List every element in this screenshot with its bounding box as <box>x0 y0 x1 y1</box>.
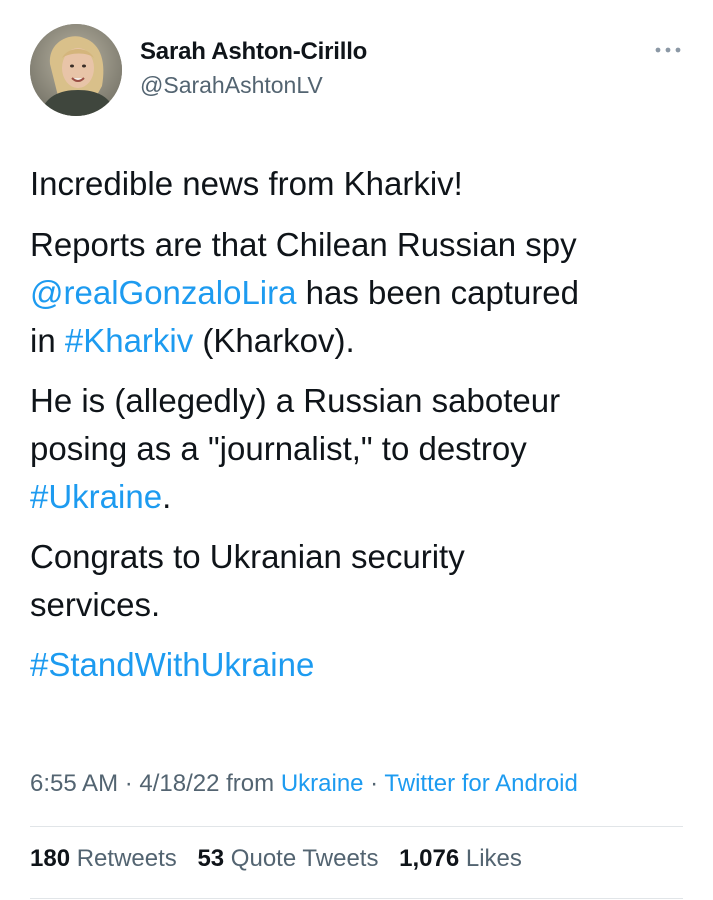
from-label: from <box>219 770 281 797</box>
meta-separator: · <box>118 770 140 797</box>
tweet-card: Sarah Ashton-Cirillo @SarahAshtonLV Incr… <box>0 0 713 900</box>
tweet-paragraph: Congrats to Ukranian security services. <box>30 533 690 629</box>
retweets-stat[interactable]: 180 Retweets <box>30 845 177 872</box>
tweet-date[interactable]: 4/18/22 <box>139 770 219 797</box>
divider <box>30 898 683 899</box>
tweet-text-fragment: has been captured <box>296 274 580 311</box>
quote-tweets-count: 53 <box>197 845 225 872</box>
location-link[interactable]: Ukraine <box>281 770 364 797</box>
tweet-text-fragment: . <box>162 478 172 515</box>
tweet-text-line: Incredible news from Kharkiv! <box>30 165 463 202</box>
retweets-count: 180 <box>30 845 71 872</box>
likes-label: Likes <box>459 845 522 872</box>
tweet-text-line: services. <box>30 586 161 623</box>
hashtag-link[interactable]: #Kharkiv <box>65 322 193 359</box>
tweet-paragraph: #StandWithUkraine <box>30 641 690 689</box>
client-link[interactable]: Twitter for Android <box>384 770 577 797</box>
tweet-text-line: He is (allegedly) a Russian saboteur <box>30 382 561 419</box>
author-handle[interactable]: @SarahAshtonLV <box>140 72 367 99</box>
divider <box>30 826 683 827</box>
tweet-text-line: posing as a "journalist," to destroy <box>30 430 527 467</box>
tweet-paragraph: Reports are that Chilean Russian spy @rea… <box>30 221 690 365</box>
quote-tweets-label: Quote Tweets <box>224 845 379 872</box>
quote-tweets-stat[interactable]: 53 Quote Tweets <box>197 845 378 872</box>
tweet-time[interactable]: 6:55 AM <box>30 770 118 797</box>
more-options-button[interactable] <box>653 40 683 60</box>
tweet-paragraph: Incredible news from Kharkiv! <box>30 160 690 208</box>
meta-separator: · <box>363 770 385 797</box>
likes-count: 1,076 <box>399 845 460 872</box>
tweet-text: Incredible news from Kharkiv! Reports ar… <box>30 160 690 689</box>
profile-photo-icon <box>30 24 122 116</box>
tweet-stats: 180 Retweets 53 Quote Tweets 1,076 Likes <box>30 845 536 873</box>
hashtag-link[interactable]: #StandWithUkraine <box>30 646 314 683</box>
author-display-name[interactable]: Sarah Ashton-Cirillo <box>140 38 367 66</box>
tweet-text-fragment: in <box>30 322 65 359</box>
likes-stat[interactable]: 1,076 Likes <box>399 845 522 872</box>
tweet-text-fragment: (Kharkov). <box>193 322 355 359</box>
tweet-text-line: Reports are that Chilean Russian spy <box>30 226 577 263</box>
tweet-text-line: Congrats to Ukranian security <box>30 538 465 575</box>
mention-link[interactable]: @realGonzaloLira <box>30 274 296 311</box>
hashtag-link[interactable]: #Ukraine <box>30 478 162 515</box>
tweet-header: Sarah Ashton-Cirillo @SarahAshtonLV <box>30 24 683 119</box>
avatar[interactable] <box>30 24 122 116</box>
tweet-paragraph: He is (allegedly) a Russian saboteur posi… <box>30 377 690 521</box>
retweets-label: Retweets <box>70 845 177 872</box>
tweet-meta: 6:55 AM · 4/18/22 from Ukraine · Twitter… <box>30 770 578 798</box>
more-horizontal-icon <box>655 47 681 53</box>
author-names: Sarah Ashton-Cirillo @SarahAshtonLV <box>140 38 367 99</box>
